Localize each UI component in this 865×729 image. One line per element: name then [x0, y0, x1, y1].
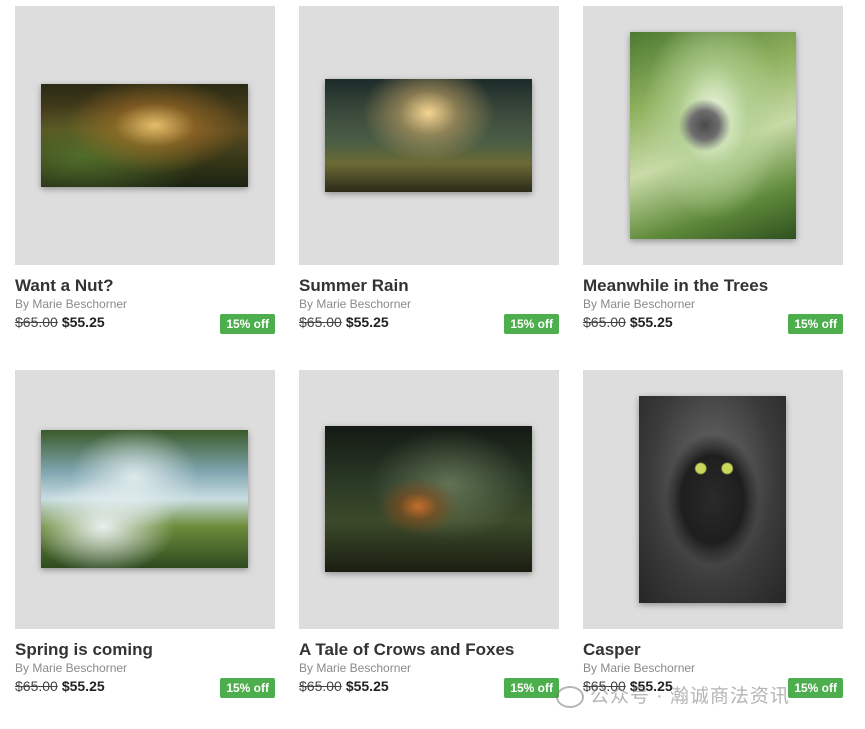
- artist-name: By Marie Beschorner: [15, 661, 128, 675]
- price: $65.00 $55.25: [583, 314, 673, 330]
- product-card[interactable]: A Tale of Crows and Foxes By Marie Besch…: [299, 370, 559, 698]
- artwork-image[interactable]: [325, 79, 532, 192]
- product-card[interactable]: Spring is coming By Marie Beschorner $65…: [15, 370, 275, 698]
- discount-badge: 15% off: [220, 314, 275, 334]
- product-card[interactable]: Want a Nut? By Marie Beschorner $65.00 $5…: [15, 6, 275, 334]
- product-title[interactable]: Spring is coming: [15, 640, 153, 660]
- product-card[interactable]: Summer Rain By Marie Beschorner $65.00 $5…: [299, 6, 559, 334]
- sale-price: $55.25: [629, 314, 673, 330]
- product-title[interactable]: Meanwhile in the Trees: [583, 276, 768, 296]
- sale-price: $55.25: [345, 678, 389, 694]
- original-price: $65.00: [15, 678, 58, 694]
- artwork-image[interactable]: [41, 430, 248, 568]
- artist-name: By Marie Beschorner: [299, 661, 412, 675]
- product-title[interactable]: Casper: [583, 640, 641, 660]
- discount-badge: 15% off: [504, 314, 559, 334]
- artwork-image[interactable]: [41, 84, 248, 187]
- price: $65.00 $55.25: [15, 678, 105, 694]
- sale-price: $55.25: [345, 314, 389, 330]
- product-image-frame[interactable]: [299, 370, 559, 629]
- product-image-frame[interactable]: [299, 6, 559, 265]
- price: $65.00 $55.25: [299, 678, 389, 694]
- artwork-image[interactable]: [639, 396, 786, 603]
- product-image-frame[interactable]: [15, 370, 275, 629]
- artist-name: By Marie Beschorner: [299, 297, 412, 311]
- price: $65.00 $55.25: [299, 314, 389, 330]
- product-card[interactable]: Meanwhile in the Trees By Marie Beschorn…: [583, 6, 843, 334]
- watermark: 公众号 · 瀚诚商法资讯: [556, 681, 790, 708]
- watermark-text: 公众号 · 瀚诚商法资讯: [590, 686, 790, 707]
- artwork-image[interactable]: [630, 32, 796, 239]
- price: $65.00 $55.25: [15, 314, 105, 330]
- original-price: $65.00: [299, 314, 342, 330]
- original-price: $65.00: [299, 678, 342, 694]
- product-image-frame[interactable]: [583, 370, 843, 629]
- discount-badge: 15% off: [220, 678, 275, 698]
- original-price: $65.00: [15, 314, 58, 330]
- product-title[interactable]: Summer Rain: [299, 276, 409, 296]
- discount-badge: 15% off: [788, 678, 843, 698]
- product-title[interactable]: Want a Nut?: [15, 276, 114, 296]
- sale-price: $55.25: [61, 314, 105, 330]
- artist-name: By Marie Beschorner: [583, 661, 696, 675]
- discount-badge: 15% off: [504, 678, 559, 698]
- product-title[interactable]: A Tale of Crows and Foxes: [299, 640, 514, 660]
- product-card[interactable]: Casper By Marie Beschorner $65.00 $55.25 …: [583, 370, 843, 698]
- artwork-image[interactable]: [325, 426, 532, 572]
- original-price: $65.00: [583, 314, 626, 330]
- wechat-icon: [556, 685, 584, 708]
- product-image-frame[interactable]: [15, 6, 275, 265]
- artist-name: By Marie Beschorner: [15, 297, 128, 311]
- product-image-frame[interactable]: [583, 6, 843, 265]
- sale-price: $55.25: [61, 678, 105, 694]
- discount-badge: 15% off: [788, 314, 843, 334]
- artist-name: By Marie Beschorner: [583, 297, 696, 311]
